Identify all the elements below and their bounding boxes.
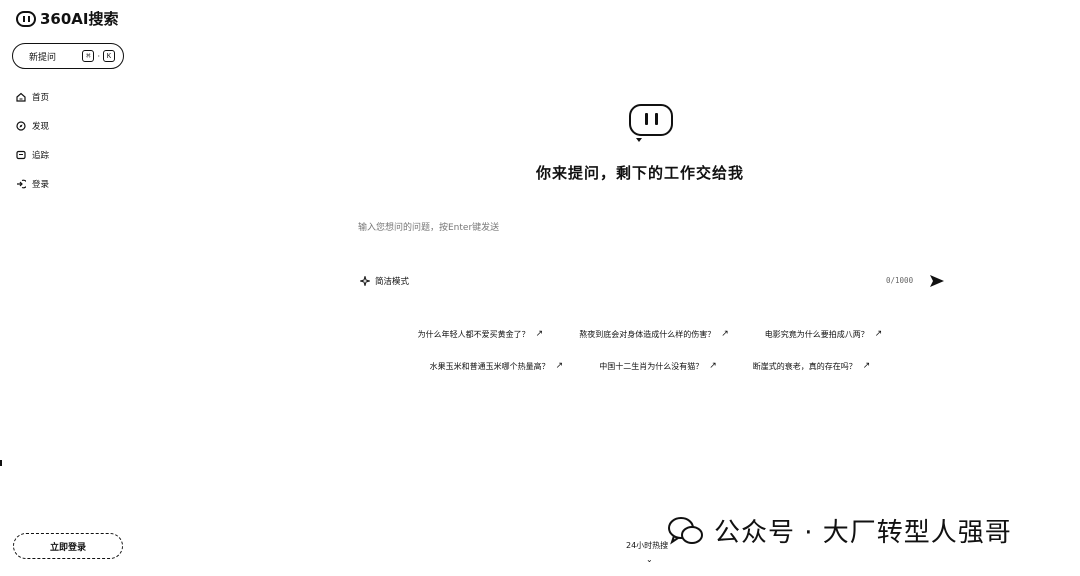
suggestion-text: 水果玉米和普通玉米哪个热量高？: [429, 361, 550, 371]
arrow-up-right-icon: ↗: [862, 361, 871, 371]
send-icon[interactable]: [929, 274, 945, 288]
suggestion-item[interactable]: 熬夜到底会对身体造成什么样的伤害？ ↗: [579, 329, 729, 340]
compass-icon: [16, 120, 26, 131]
logo-text: 360AI搜索: [40, 10, 119, 28]
sidebar-item-label: 登录: [32, 179, 50, 190]
suggestion-item[interactable]: 断崖式的衰老，真的存在吗？ ↗: [753, 361, 871, 372]
logo-icon: [16, 10, 36, 27]
sparkle-icon: [360, 276, 370, 286]
suggestion-item[interactable]: 中国十二生肖为什么没有猫？ ↗: [599, 361, 717, 372]
watermark-text: 公众号 · 大厂转型人强哥: [714, 518, 1012, 548]
mode-toggle[interactable]: 简洁模式: [360, 275, 409, 287]
suggestion-item[interactable]: 为什么年轻人都不爱买黄金了？ ↗: [418, 329, 544, 340]
suggestion-row: 为什么年轻人都不爱买黄金了？ ↗ 熬夜到底会对身体造成什么样的伤害？ ↗ 电影究竟为…: [400, 318, 900, 350]
sidebar-item-track[interactable]: 追踪: [16, 140, 49, 169]
search-input[interactable]: [358, 218, 948, 238]
sidebar-item-label: 发现: [32, 121, 50, 132]
arrow-up-right-icon: ↗: [535, 329, 544, 339]
watermark: 公众号 · 大厂转型人强哥: [666, 512, 1012, 549]
arrow-up-right-icon: ↗: [555, 361, 564, 371]
arrow-up-right-icon: ↗: [874, 329, 883, 339]
sidebar-item-home[interactable]: 首页: [16, 82, 49, 111]
suggestion-text: 电影究竟为什么要拍成八两？: [764, 329, 869, 339]
mode-label: 简洁模式: [375, 277, 410, 287]
sidebar: 360AI搜索 新提问 ⌘ · K 首页 发现 追踪 登录 立即登录: [0, 0, 140, 576]
suggestion-text: 中国十二生肖为什么没有猫？: [599, 361, 704, 371]
bookmark-icon: [16, 150, 26, 159]
sidebar-item-login[interactable]: 登录: [16, 169, 49, 198]
cmd-key: ⌘: [82, 50, 95, 62]
sidebar-nav: 首页 发现 追踪 登录: [16, 82, 49, 198]
login-icon: [17, 179, 26, 188]
k-key: K: [103, 50, 115, 62]
char-counter: 0/1000: [886, 276, 914, 285]
edge-marker: [0, 460, 2, 466]
mascot-eye-left: [645, 113, 648, 125]
mascot-eye-right: [655, 113, 658, 125]
suggestion-text: 熬夜到底会对身体造成什么样的伤害？: [579, 329, 716, 339]
suggestion-item[interactable]: 水果玉米和普通玉米哪个热量高？ ↗: [430, 361, 564, 372]
suggestion-item[interactable]: 电影究竟为什么要拍成八两？ ↗: [765, 329, 883, 340]
suggestion-text: 断崖式的衰老，真的存在吗？: [752, 361, 857, 371]
mascot-icon: [629, 104, 673, 136]
wechat-icon: [668, 516, 703, 544]
app-logo[interactable]: 360AI搜索: [16, 8, 119, 29]
suggestion-text: 为什么年轻人都不爱买黄金了？: [417, 329, 530, 339]
hot-search-label[interactable]: 24小时热搜: [626, 540, 668, 551]
mascot-tail: [636, 138, 642, 142]
arrow-up-right-icon: ↗: [721, 329, 729, 339]
new-question-label: 新提问: [29, 52, 57, 63]
sidebar-item-discover[interactable]: 发现: [16, 111, 49, 140]
sidebar-item-label: 首页: [32, 92, 50, 103]
key-separator: ·: [97, 51, 100, 61]
suggestion-row: 水果玉米和普通玉米哪个热量高？ ↗ 中国十二生肖为什么没有猫？ ↗ 断崖式的衰老，真…: [400, 350, 900, 382]
sidebar-item-label: 追踪: [32, 150, 50, 161]
suggestion-list: 为什么年轻人都不爱买黄金了？ ↗ 熬夜到底会对身体造成什么样的伤害？ ↗ 电影究竟为…: [400, 318, 900, 382]
chevron-down-icon[interactable]: ⌄: [646, 555, 653, 564]
home-icon: [16, 92, 26, 102]
arrow-up-right-icon: ↗: [709, 361, 717, 371]
login-button[interactable]: 立即登录: [13, 533, 123, 559]
page-title: 你来提问，剩下的工作交给我: [535, 164, 744, 182]
new-question-button[interactable]: 新提问 ⌘ · K: [12, 43, 124, 69]
